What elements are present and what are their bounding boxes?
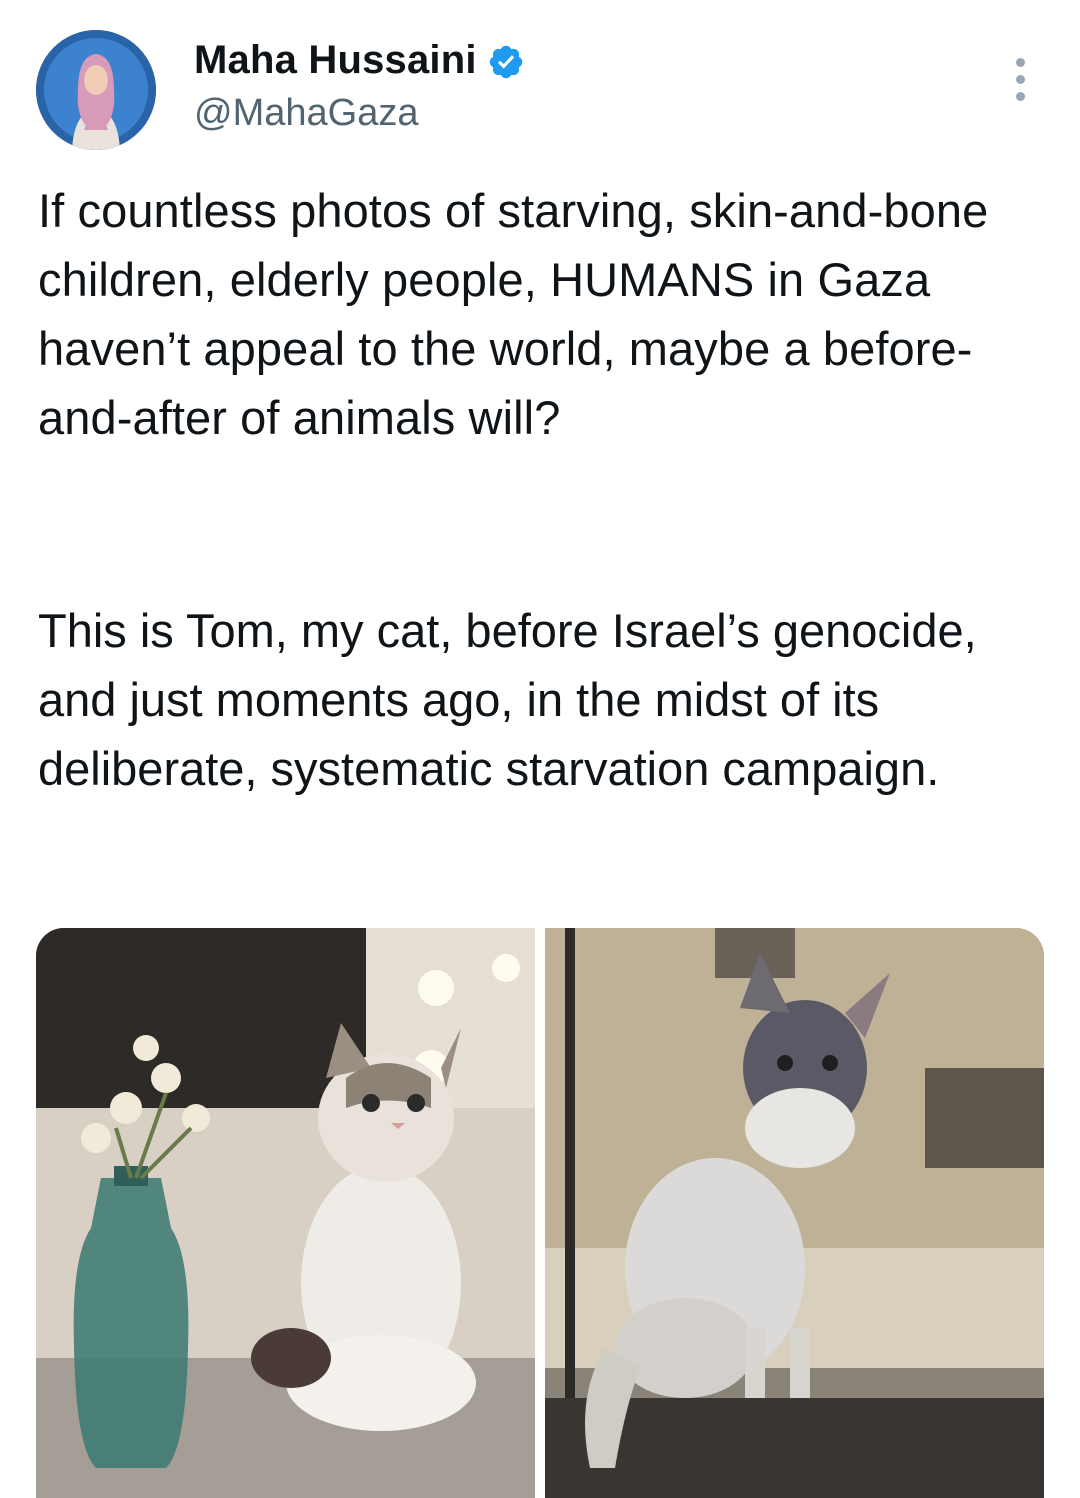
verified-badge-icon[interactable]	[487, 43, 525, 81]
avatar-image	[36, 30, 156, 150]
tweet-paragraph-2: This is Tom, my cat, before Israel’s gen…	[38, 604, 977, 795]
author-display-name[interactable]: Maha Hussaini	[194, 38, 477, 83]
more-options-icon[interactable]	[1008, 58, 1032, 102]
author-avatar[interactable]	[36, 30, 156, 150]
tweet-media	[36, 928, 1044, 1498]
tweet-card: Maha Hussaini @MahaGaza If countless pho…	[0, 0, 1080, 1498]
author-info: Maha Hussaini @MahaGaza	[194, 36, 525, 135]
cat-before-photo[interactable]	[36, 928, 535, 1498]
cat-after-photo[interactable]	[545, 928, 1044, 1498]
author-handle[interactable]: @MahaGaza	[194, 92, 525, 135]
name-row: Maha Hussaini	[194, 36, 525, 84]
tweet-paragraph-1: If countless photos of starving, skin-an…	[38, 184, 989, 444]
